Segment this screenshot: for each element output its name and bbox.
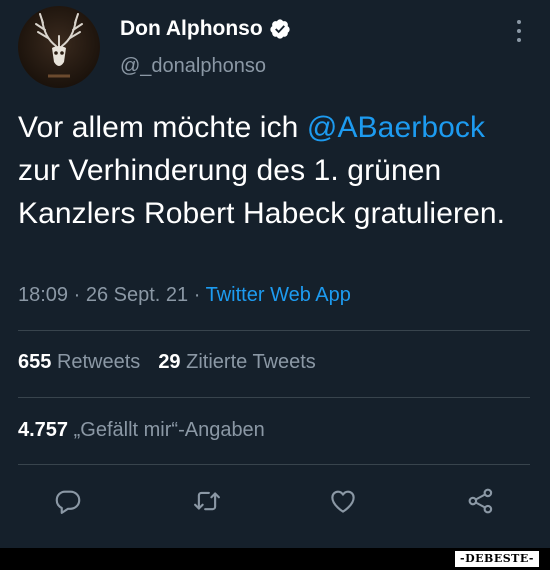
- tweet-meta: 18:09 · 26 Sept. 21 · Twitter Web App: [18, 284, 351, 307]
- verified-badge-icon: [270, 19, 290, 39]
- avatar[interactable]: [18, 6, 100, 88]
- retweets-count: 655: [18, 351, 52, 373]
- likes-label: „Gefällt mir“-Angaben: [73, 419, 265, 441]
- tweet-time[interactable]: 18:09: [18, 284, 68, 306]
- mention-link[interactable]: @ABaerbock: [307, 111, 485, 144]
- watermark-logo: -DEBESTE-: [454, 550, 540, 568]
- author-handle[interactable]: @_donalphonso: [120, 55, 266, 78]
- divider: [18, 330, 530, 331]
- tweet-date[interactable]: 26 Sept. 21: [86, 284, 188, 306]
- share-button[interactable]: [460, 480, 502, 522]
- like-stats[interactable]: 4.757 „Gefällt mir“-Angaben: [18, 419, 265, 442]
- retweets-link[interactable]: 655 Retweets: [18, 351, 140, 373]
- tweet-text-before: Vor allem möchte ich: [18, 111, 307, 144]
- tweet-source[interactable]: Twitter Web App: [206, 284, 351, 306]
- retweet-icon: [194, 491, 220, 511]
- deer-skull-icon: [35, 13, 83, 78]
- reply-button[interactable]: [47, 480, 89, 522]
- tweet-card: Don Alphonso @_donalphonso Vor allem möc…: [0, 0, 550, 548]
- like-button[interactable]: [322, 480, 364, 522]
- meta-separator: ·: [73, 284, 81, 306]
- quotes-link[interactable]: 29 Zitierte Tweets: [158, 351, 316, 373]
- action-bar: [0, 480, 550, 522]
- retweets-label: Retweets: [56, 351, 141, 373]
- display-name[interactable]: Don Alphonso: [120, 17, 263, 41]
- author-name-row[interactable]: Don Alphonso: [120, 17, 291, 41]
- retweet-stats: 655 Retweets 29 Zitierte Tweets: [18, 351, 316, 374]
- tweet-text-after: zur Verhinderung des 1. grünen Kanzlers …: [18, 154, 506, 230]
- quotes-count: 29: [158, 351, 181, 373]
- heart-icon: [331, 490, 355, 513]
- more-dot: [517, 20, 521, 24]
- meta-separator: ·: [193, 284, 201, 306]
- more-dot: [517, 29, 521, 33]
- more-options-icon[interactable]: [508, 18, 530, 44]
- divider: [18, 464, 530, 465]
- quotes-label: Zitierte Tweets: [186, 351, 316, 373]
- divider: [18, 397, 530, 398]
- likes-count: 4.757: [18, 419, 69, 441]
- retweet-button[interactable]: [186, 480, 228, 522]
- more-dot: [517, 38, 521, 42]
- tweet-text: Vor allem möchte ich @ABaerbock zur Verh…: [18, 106, 528, 235]
- reply-icon: [55, 490, 81, 514]
- share-icon: [468, 488, 493, 514]
